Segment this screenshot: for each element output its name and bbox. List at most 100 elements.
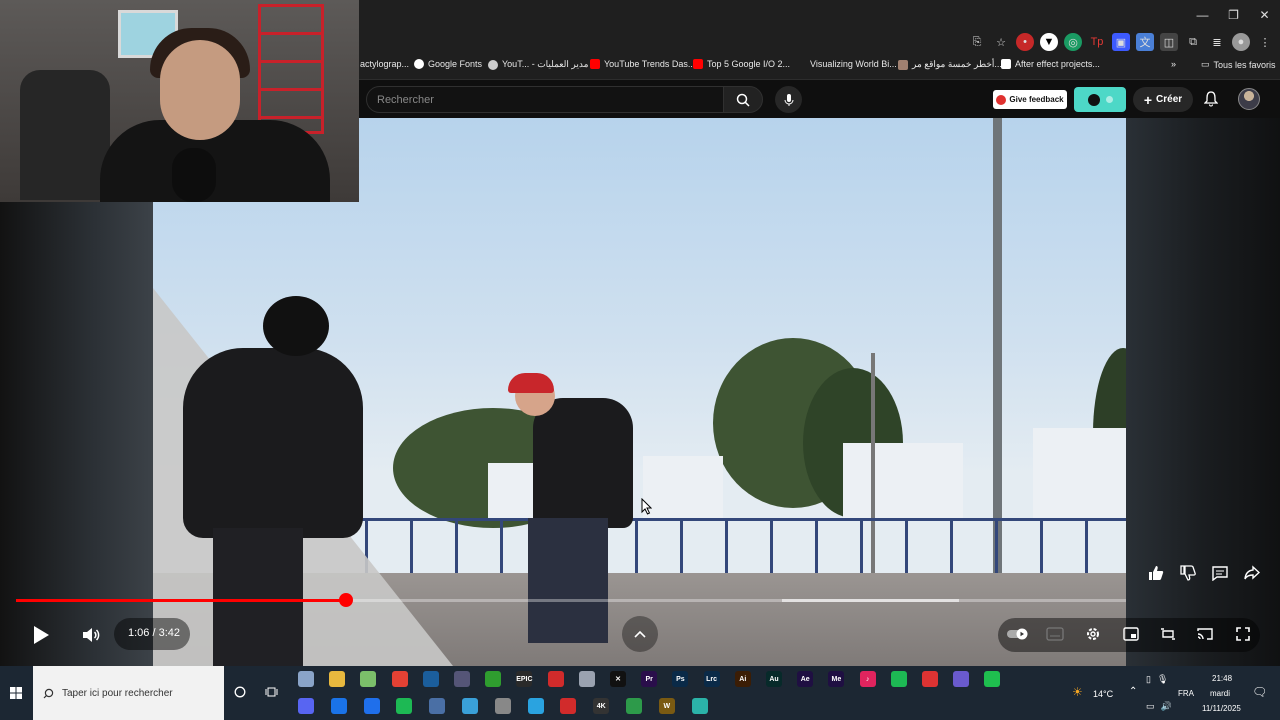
mediaencoder-icon[interactable]: Me [828,671,845,687]
tray-chevron-up-icon[interactable]: ⌃ [1129,686,1137,697]
start-button[interactable] [0,666,32,720]
app-x-icon[interactable] [462,698,478,714]
taskbar-search-input[interactable]: Taper ici pour rechercher [33,666,224,720]
like-button[interactable] [1144,562,1168,584]
weather-temperature[interactable]: 14°C [1093,689,1113,699]
discord-icon[interactable] [298,698,314,714]
notifications-button[interactable] [1201,89,1221,109]
folder-icon[interactable] [329,671,346,687]
share-button[interactable] [1240,562,1264,584]
app-grid-icon[interactable] [691,698,708,714]
bookmark-item[interactable]: Visualizing World Bi... [810,59,897,69]
edge-icon[interactable] [330,698,347,714]
aftereffects-icon[interactable]: Ae [797,671,814,687]
telegram-icon[interactable] [527,698,544,714]
bookmark-item[interactable]: After effect projects... [1001,59,1100,69]
clock-time[interactable]: 21:48 [1212,674,1232,683]
settings-button[interactable] [1082,623,1104,645]
chrome-icon[interactable] [391,671,408,687]
epic-icon[interactable]: EPIC [516,671,533,687]
fullscreen-button[interactable] [1232,623,1254,645]
app-red-icon[interactable] [547,671,564,687]
wow-icon[interactable]: W [658,698,675,714]
bookmark-item[interactable]: YouT... - مدير العمليات [488,59,588,70]
subtitles-button[interactable] [1044,625,1066,643]
theater-mode-button[interactable] [1157,623,1179,645]
extension-translate-icon[interactable]: 文 [1136,33,1154,51]
play-button[interactable] [24,618,58,652]
app-red2-icon[interactable] [560,698,577,714]
minimize-button[interactable]: — [1187,0,1218,30]
dislike-button[interactable] [1176,562,1200,584]
cortana-button[interactable] [232,684,248,700]
lightroom-icon[interactable]: Lrc [703,671,720,687]
autoplay-toggle[interactable] [1006,626,1030,642]
obs-icon[interactable] [454,671,470,687]
premiere-icon[interactable]: Pr [641,671,658,687]
google-fonts-icon [414,59,424,69]
share-icon [1244,565,1260,580]
comments-button[interactable] [1208,562,1232,584]
profile-avatar-icon[interactable]: ● [1232,33,1250,51]
miniplayer-button[interactable] [1120,623,1142,645]
capcut-icon[interactable]: ✕ [610,671,626,687]
app-cloud-icon[interactable] [578,671,595,687]
bookmarks-more-button[interactable]: » [1171,59,1176,69]
bookmark-item[interactable]: YouTube Trends Das... [590,59,695,69]
extension-toggle-button[interactable] [1074,87,1126,112]
app-brush-icon[interactable] [494,698,511,714]
clock-day[interactable]: mardi [1210,689,1230,698]
voice-search-button[interactable] [775,86,802,113]
app-teal-icon[interactable] [890,671,907,687]
bookmark-item[interactable]: actylograp... [360,59,409,69]
extension-green-icon[interactable]: ◎ [1064,33,1082,51]
app-icon[interactable] [360,671,377,687]
input-language[interactable]: FRA [1178,689,1194,698]
tiktok-icon[interactable]: ♪ [859,671,876,687]
bookmark-item[interactable]: أخطر خمسة مواقع مر... [898,59,1002,70]
extension-tp-icon[interactable]: Tp [1088,33,1106,51]
notifications-icon[interactable]: 🗨 [1252,685,1267,699]
clock-date[interactable]: 11/11/2025 [1202,704,1241,713]
all-bookmarks[interactable]: ▭ Tous les favoris [1201,59,1276,70]
progress-bar[interactable] [16,599,1126,602]
app-purple-icon[interactable] [953,671,970,687]
expand-overlay-button[interactable] [622,616,658,652]
bookmark-item[interactable]: Top 5 Google I/O 2... [693,59,790,69]
xbox-icon[interactable] [485,671,502,687]
file-icon[interactable] [298,671,314,687]
app-blue-icon[interactable] [363,698,380,714]
search-input[interactable]: Rechercher [366,86,724,113]
task-view-button[interactable] [263,684,279,700]
spotify-icon[interactable] [396,698,413,714]
video-person-right [533,398,633,528]
install-icon[interactable]: ⎘ [968,33,986,51]
app-circle-icon[interactable] [922,671,938,687]
search-button[interactable] [723,86,763,113]
star-icon[interactable]: ☆ [992,33,1010,51]
photoshop-icon[interactable]: Ps [672,671,689,687]
app-4k-icon[interactable]: 4K [593,698,610,714]
app-green-icon[interactable] [984,671,1001,687]
app-window-icon[interactable] [429,698,446,714]
app-leaf-icon[interactable] [626,698,642,714]
audition-icon[interactable]: Au [766,671,782,687]
account-avatar[interactable] [1238,88,1260,110]
volume-button[interactable] [76,618,106,652]
extension-screen-icon[interactable]: ▣ [1112,33,1130,51]
create-button[interactable]: + Créer [1133,87,1193,112]
extensions-puzzle-icon[interactable]: ⧉ [1184,33,1202,51]
progress-scrubber[interactable] [339,593,353,607]
close-button[interactable]: ✕ [1249,0,1280,30]
cast-button[interactable] [1194,623,1216,645]
browser-menu-icon[interactable]: ⋮ [1256,33,1274,51]
maximize-button[interactable]: ❐ [1218,0,1249,30]
media-controls-icon[interactable]: ≣ [1208,33,1226,51]
bookmark-item[interactable]: Google Fonts [414,59,482,69]
steam-icon[interactable] [422,671,439,687]
extension-red-icon[interactable]: • [1016,33,1034,51]
extension-badge-icon[interactable]: ◫ [1160,33,1178,51]
extension-vpn-icon[interactable]: ▼ [1040,33,1058,51]
give-feedback-button[interactable]: Give feedback [993,90,1067,109]
illustrator-icon[interactable]: Ai [734,671,751,687]
